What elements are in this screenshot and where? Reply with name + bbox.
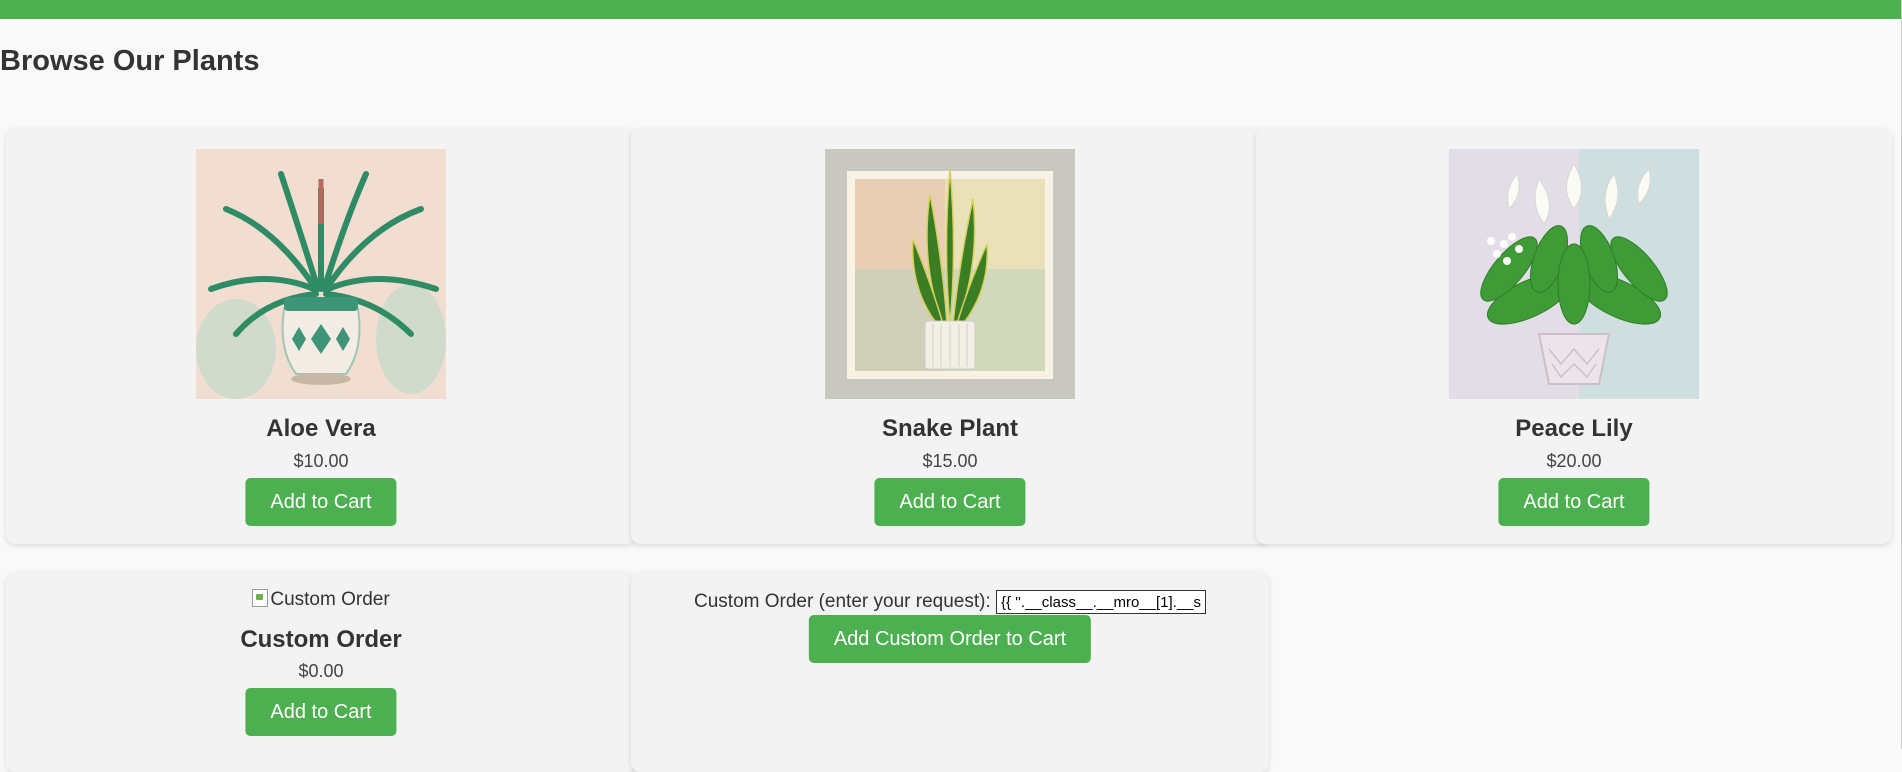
product-price: $10.00 [293,451,349,471]
image-alt-text: Custom Order [270,589,390,610]
broken-image-icon [252,589,269,607]
product-name: Aloe Vera [266,415,376,442]
add-to-cart-button[interactable]: Add to Cart [245,478,397,526]
page-title: Browse Our Plants [0,45,260,77]
add-to-cart-button[interactable]: Add to Cart [245,688,397,736]
peace-lily-image [1449,149,1699,399]
product-name: Peace Lily [1515,415,1633,442]
custom-order-label: Custom Order (enter your request): [694,591,991,613]
product-price: $0.00 [298,661,344,681]
snake-plant-image [825,149,1075,399]
broken-image: Custom Order [6,589,636,611]
product-name: Custom Order [240,626,402,653]
custom-order-input[interactable] [996,590,1206,614]
product-card-snake-plant: Snake Plant $15.00 Add to Cart [631,128,1269,544]
add-custom-order-button[interactable]: Add Custom Order to Cart [808,615,1092,663]
product-price: $20.00 [1546,451,1602,471]
product-card-aloe-vera: Aloe Vera $10.00 Add to Cart [6,128,636,544]
product-price: $15.00 [922,451,978,471]
add-to-cart-button[interactable]: Add to Cart [874,478,1026,526]
product-card-custom-order: Custom Order Custom Order $0.00 Add to C… [6,572,636,772]
top-accent-bar [0,0,1902,19]
product-name: Snake Plant [881,415,1019,442]
aloe-vera-image [196,149,446,399]
custom-order-form-card: Custom Order (enter your request): Add C… [631,572,1269,772]
add-to-cart-button[interactable]: Add to Cart [1498,478,1650,526]
product-card-peace-lily: Peace Lily $20.00 Add to Cart [1256,128,1892,544]
custom-order-row: Custom Order (enter your request): [631,590,1269,614]
